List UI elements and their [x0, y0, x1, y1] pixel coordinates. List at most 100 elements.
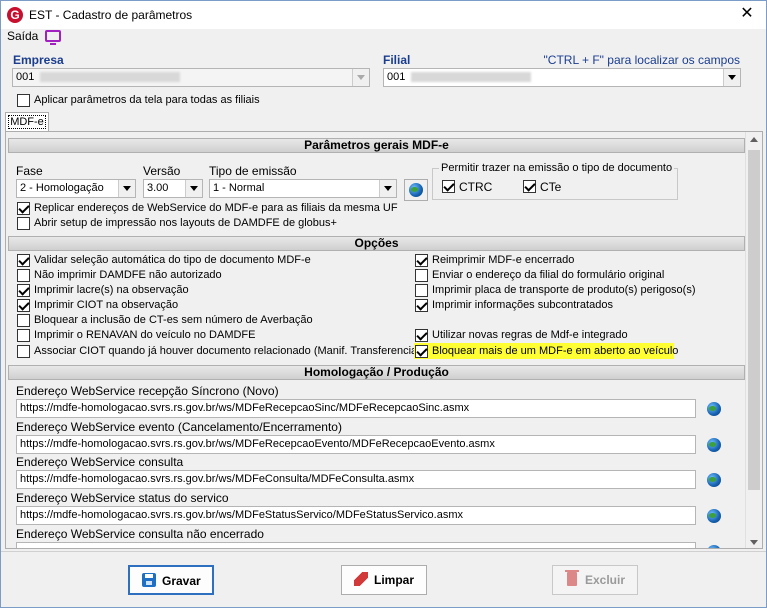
- app-logo-icon: G: [7, 7, 23, 23]
- eraser-icon: [354, 572, 368, 586]
- globe-icon: [409, 183, 423, 197]
- option-label: Enviar o endereço da filial do formulári…: [432, 269, 665, 281]
- tipo-emissao-value: 1 - Normal: [213, 182, 265, 194]
- chevron-down-icon[interactable]: [723, 69, 740, 86]
- option-label: Associar CIOT quando já houver documento…: [34, 345, 421, 357]
- title-bar: G EST - Cadastro de parâmetros ✕: [1, 1, 766, 29]
- option-checkbox[interactable]: [415, 329, 428, 342]
- fase-select[interactable]: 2 - Homologação: [16, 179, 136, 198]
- aplicar-checkbox[interactable]: [17, 94, 30, 107]
- endpoint-url-text: https://mdfe-homologacao.svrs.rs.gov.br/…: [20, 402, 470, 414]
- globe-icon[interactable]: [707, 438, 721, 452]
- option-label: Imprimir placa de transporte de produto(…: [432, 284, 696, 296]
- option-label: Validar seleção automática do tipo de do…: [34, 254, 311, 266]
- endpoint-url-input[interactable]: https://mdfe-homologacao.svrs.rs.gov.br/…: [16, 506, 696, 525]
- endpoint-label: Endereço WebService recepção Síncrono (N…: [16, 384, 279, 398]
- tab-mdfe[interactable]: MDF-e: [5, 112, 49, 132]
- versao-value: 3.00: [147, 182, 169, 194]
- option-label: Bloquear a inclusão de CT-es sem número …: [34, 314, 313, 326]
- limpar-label: Limpar: [374, 573, 415, 587]
- endpoint-url-text: https://mdfe-homologacao.svrs.rs.gov.br/…: [20, 509, 463, 521]
- endpoint-url-input[interactable]: [16, 542, 696, 548]
- separator: [1, 551, 766, 552]
- cte-checkbox[interactable]: [523, 180, 536, 193]
- ctrc-label: CTRC: [459, 180, 493, 194]
- filial-value: 001: [387, 71, 406, 83]
- chevron-down-icon[interactable]: [379, 180, 396, 197]
- replicar-checkbox[interactable]: [17, 202, 30, 215]
- tipo-emissao-label: Tipo de emissão: [209, 164, 297, 178]
- abrir-setup-label: Abrir setup de impressão nos layouts de …: [34, 217, 337, 229]
- globe-icon[interactable]: [707, 509, 721, 523]
- scroll-up-icon[interactable]: [746, 132, 762, 148]
- scroll-thumb[interactable]: [748, 150, 760, 490]
- option-label: Imprimir lacre(s) na observação: [34, 284, 189, 296]
- menu-bar: Saída: [1, 29, 766, 47]
- globe-icon[interactable]: [707, 545, 721, 548]
- ctrc-checkbox[interactable]: [442, 180, 455, 193]
- option-label: Imprimir CIOT na observação: [34, 299, 179, 311]
- endpoint-url-text: https://mdfe-homologacao.svrs.rs.gov.br/…: [20, 438, 495, 450]
- menu-saida[interactable]: Saída: [7, 29, 38, 43]
- tipo-emissao-select[interactable]: 1 - Normal: [209, 179, 397, 198]
- option-checkbox[interactable]: [17, 269, 30, 282]
- scroll-down-icon[interactable]: [746, 534, 762, 548]
- globe-icon[interactable]: [707, 473, 721, 487]
- option-label: Utilizar novas regras de Mdf-e integrado: [432, 329, 628, 341]
- monitor-icon[interactable]: [45, 30, 61, 45]
- gravar-label: Gravar: [162, 574, 201, 588]
- window: G EST - Cadastro de parâmetros ✕ Saída E…: [0, 0, 767, 608]
- endpoint-url-input[interactable]: https://mdfe-homologacao.svrs.rs.gov.br/…: [16, 435, 696, 454]
- endpoint-label: Endereço WebService status do servico: [16, 491, 229, 505]
- option-label: Reimprimir MDF-e encerrado: [432, 254, 575, 266]
- option-checkbox[interactable]: [415, 269, 428, 282]
- replicar-label: Replicar endereços de WebService do MDF-…: [34, 202, 398, 214]
- fase-value: 2 - Homologação: [20, 182, 104, 194]
- empresa-select: 001: [12, 68, 370, 87]
- versao-select[interactable]: 3.00: [143, 179, 203, 198]
- option-checkbox[interactable]: [17, 299, 30, 312]
- endpoint-label: Endereço WebService consulta: [16, 455, 184, 469]
- endpoint-url-input[interactable]: https://mdfe-homologacao.svrs.rs.gov.br/…: [16, 470, 696, 489]
- save-icon: [142, 573, 156, 587]
- option-checkbox[interactable]: [17, 254, 30, 267]
- globe-button[interactable]: [404, 179, 428, 201]
- option-checkbox[interactable]: [415, 254, 428, 267]
- limpar-button[interactable]: Limpar: [341, 565, 427, 595]
- option-checkbox[interactable]: [17, 329, 30, 342]
- section-homologacao: Homologação / Produção: [8, 365, 745, 380]
- option-checkbox[interactable]: [17, 284, 30, 297]
- option-checkbox[interactable]: [17, 314, 30, 327]
- excluir-button: Excluir: [552, 565, 638, 595]
- gravar-button[interactable]: Gravar: [128, 565, 214, 595]
- option-checkbox[interactable]: [415, 345, 428, 358]
- filial-select[interactable]: 001: [383, 68, 741, 87]
- chevron-down-icon[interactable]: [118, 180, 135, 197]
- trash-icon: [565, 570, 579, 586]
- section-gerais: Parâmetros gerais MDF-e: [8, 138, 745, 153]
- endpoint-url-text: https://mdfe-homologacao.svrs.rs.gov.br/…: [20, 473, 415, 485]
- excluir-label: Excluir: [585, 573, 626, 587]
- option-label: Bloquear mais de um MDF-e em aberto ao v…: [432, 345, 679, 357]
- search-hint: "CTRL + F" para localizar os campos: [543, 53, 740, 67]
- close-button[interactable]: ✕: [736, 4, 758, 24]
- globe-icon[interactable]: [707, 402, 721, 416]
- abrir-setup-checkbox[interactable]: [17, 217, 30, 230]
- option-checkbox[interactable]: [415, 284, 428, 297]
- permitir-title: Permitir trazer na emissão o tipo de doc…: [439, 162, 675, 174]
- option-label: Não imprimir DAMDFE não autorizado: [34, 269, 222, 281]
- versao-label: Versão: [143, 164, 181, 178]
- aplicar-label: Aplicar parâmetros da tela para todas as…: [34, 94, 260, 106]
- filial-label: Filial: [383, 53, 411, 67]
- option-checkbox[interactable]: [17, 345, 30, 358]
- chevron-down-icon: [352, 69, 369, 86]
- cte-label: CTe: [540, 180, 562, 194]
- option-checkbox[interactable]: [415, 299, 428, 312]
- section-opcoes: Opções: [8, 236, 745, 251]
- tab-panel: Parâmetros gerais MDF-e Fase Versão Tipo…: [5, 131, 763, 549]
- endpoint-url-input[interactable]: https://mdfe-homologacao.svrs.rs.gov.br/…: [16, 399, 696, 418]
- chevron-down-icon[interactable]: [185, 180, 202, 197]
- endpoint-label: Endereço WebService consulta não encerra…: [16, 527, 264, 541]
- endpoint-label: Endereço WebService evento (Cancelamento…: [16, 420, 342, 434]
- vertical-scrollbar[interactable]: [745, 132, 762, 548]
